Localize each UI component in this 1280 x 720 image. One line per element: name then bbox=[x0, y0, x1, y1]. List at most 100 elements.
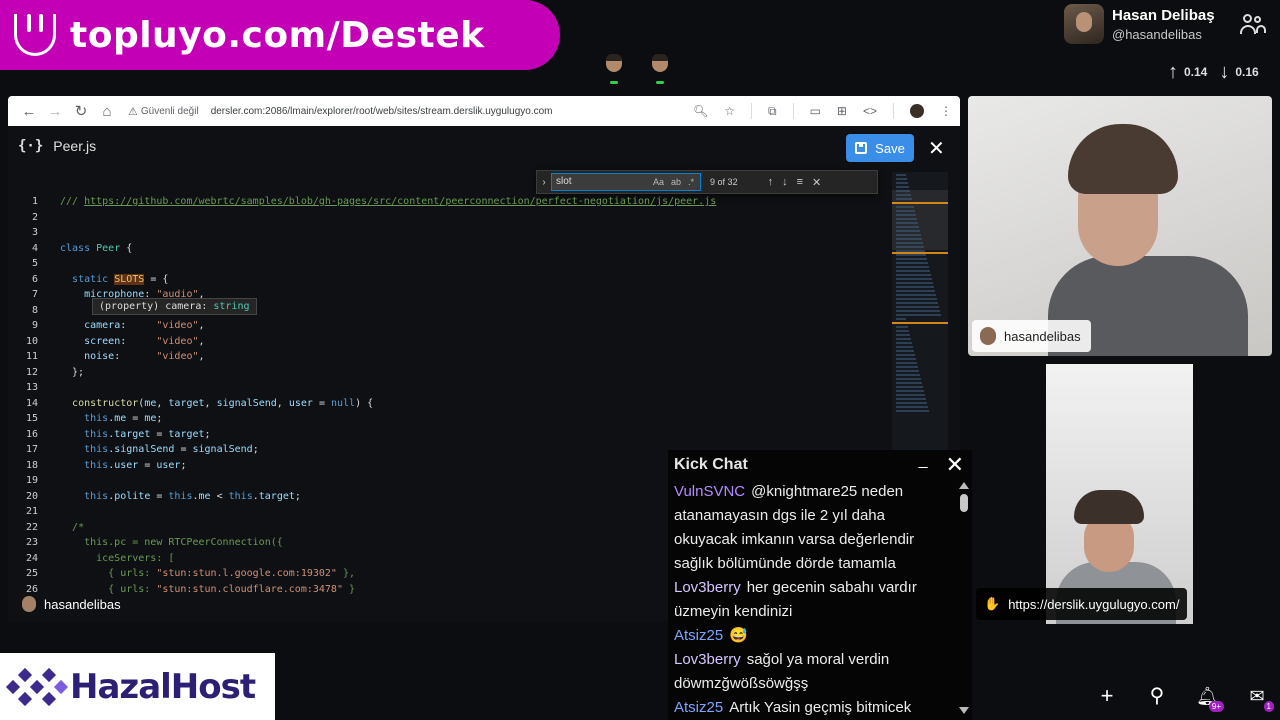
forward-icon[interactable]: → bbox=[42, 103, 68, 120]
line-source: this.polite = this.me < this.target; bbox=[84, 490, 301, 502]
minimap-line bbox=[896, 210, 915, 212]
line-source: /// https://github.com/webrtc/samples/bl… bbox=[60, 196, 717, 207]
line-source: this.user = user; bbox=[84, 459, 187, 471]
security-indicator[interactable]: ⚠ Güvenli değil bbox=[128, 105, 199, 118]
sponsor-logo: HazalHost bbox=[0, 653, 275, 720]
minimap-line bbox=[896, 246, 924, 248]
code-line[interactable]: 16 this.target = target; bbox=[8, 427, 888, 443]
file-name: Peer.js bbox=[53, 138, 97, 154]
bell-icon[interactable]: 🔔︎ 9+ bbox=[1196, 684, 1224, 712]
whole-word-toggle[interactable]: ab bbox=[671, 177, 681, 187]
scroll-thumb[interactable] bbox=[960, 494, 968, 512]
code-braces-icon: {·} bbox=[18, 138, 44, 154]
code-line[interactable]: 13 bbox=[8, 380, 888, 396]
minimap-line bbox=[896, 222, 918, 224]
browser-profile-icon[interactable] bbox=[910, 104, 924, 118]
devtools-icon[interactable]: <> bbox=[863, 104, 877, 118]
close-chat-icon[interactable]: ✕ bbox=[946, 452, 964, 478]
close-find-icon[interactable]: ✕ bbox=[812, 176, 821, 189]
scroll-up-icon[interactable] bbox=[959, 482, 969, 489]
code-line[interactable]: 15 this.me = me; bbox=[8, 411, 888, 427]
webcam-feed-main[interactable] bbox=[968, 96, 1272, 356]
close-editor-icon[interactable]: ✕ bbox=[928, 136, 945, 161]
regex-toggle[interactable]: .* bbox=[688, 177, 694, 187]
url-text[interactable]: dersler.com:2086/lmain/explorer/root/web… bbox=[211, 106, 553, 117]
code-line[interactable]: 10 screen: "video", bbox=[8, 334, 888, 350]
code-line[interactable]: 5 bbox=[8, 256, 888, 272]
minimap-line bbox=[896, 254, 926, 256]
chat-username[interactable]: Atsiz25 bbox=[674, 699, 723, 716]
apps-icon[interactable]: ⊞ bbox=[837, 104, 847, 118]
mail-icon[interactable]: ✉ 1 bbox=[1246, 684, 1274, 712]
line-source: }; bbox=[60, 366, 85, 378]
minimap-line bbox=[896, 362, 917, 364]
home-icon[interactable]: ⌂ bbox=[94, 103, 120, 120]
minimap-line bbox=[896, 358, 916, 360]
line-source: screen: "video", bbox=[84, 335, 205, 347]
viewer-avatars bbox=[604, 54, 670, 84]
menu-kebab-icon[interactable]: ⋮ bbox=[940, 104, 952, 118]
code-line[interactable]: 6 static SLOTS = { bbox=[8, 272, 888, 288]
bottom-toolbar: + ⚲ 🔔︎ 9+ ✉ 1 bbox=[1096, 684, 1274, 712]
back-icon[interactable]: ← bbox=[16, 103, 42, 120]
save-button[interactable]: Save bbox=[846, 134, 914, 162]
code-line[interactable]: 11 noise: "video", bbox=[8, 349, 888, 365]
chat-username[interactable]: VulnSVNC bbox=[674, 483, 745, 500]
zoom-icon[interactable]: 🔍︎ bbox=[693, 104, 708, 118]
minimap-line bbox=[896, 214, 916, 216]
viewer-avatar[interactable] bbox=[650, 54, 670, 84]
download-value: 0.16 bbox=[1235, 65, 1259, 79]
scroll-down-icon[interactable] bbox=[959, 707, 969, 714]
minimap-line bbox=[896, 314, 941, 316]
people-icon[interactable] bbox=[1240, 14, 1266, 34]
extensions-icon[interactable]: ⧉ bbox=[768, 104, 777, 119]
line-number: 17 bbox=[25, 444, 38, 455]
avatar bbox=[1064, 4, 1104, 44]
search-icon[interactable]: ⚲ bbox=[1146, 684, 1168, 708]
chat-username[interactable]: Atsiz25 bbox=[674, 627, 723, 644]
bookmark-star-icon[interactable]: ☆ bbox=[724, 104, 735, 118]
smiley-logo-icon bbox=[14, 14, 56, 56]
code-line[interactable]: 4 class Peer { bbox=[8, 241, 888, 257]
minimap-line bbox=[896, 274, 931, 276]
minimize-icon[interactable]: _ bbox=[919, 452, 928, 470]
reload-icon[interactable]: ↻ bbox=[68, 102, 94, 120]
chat-username[interactable]: Lov3berry bbox=[674, 579, 741, 596]
chat-username[interactable]: Lov3berry bbox=[674, 651, 741, 668]
code-line[interactable]: 14 constructor(me, target, signalSend, u… bbox=[8, 396, 888, 412]
streamer-profile[interactable]: Hasan Delibaş @hasandelibas bbox=[1064, 4, 1215, 44]
webcam-feed-secondary[interactable] bbox=[1046, 364, 1193, 624]
code-line[interactable]: 3 bbox=[8, 225, 888, 241]
address-bar: ← → ↻ ⌂ ⚠ Güvenli değil dersler.com:2086/… bbox=[8, 96, 960, 126]
add-icon[interactable]: + bbox=[1096, 684, 1118, 708]
chat-scrollbar[interactable] bbox=[958, 482, 970, 714]
next-match-icon[interactable]: ↓ bbox=[782, 176, 788, 189]
code-line[interactable]: 12 }; bbox=[8, 365, 888, 381]
warning-icon: ⚠ bbox=[128, 105, 138, 118]
line-number: 25 bbox=[25, 568, 38, 579]
line-number: 22 bbox=[25, 521, 38, 533]
toggle-replace-icon[interactable]: › bbox=[537, 177, 551, 188]
code-line[interactable]: 2 bbox=[8, 210, 888, 226]
minimap-line bbox=[896, 302, 938, 304]
line-number: 11 bbox=[25, 351, 38, 362]
hover-tooltip: (property) camera: string bbox=[92, 298, 257, 315]
chat-text: 😅 bbox=[729, 627, 748, 644]
minimap-line bbox=[896, 282, 933, 284]
minimap-line bbox=[896, 366, 918, 368]
stream-url-tag[interactable]: ✋ https://derslik.uygulugyo.com/ bbox=[976, 588, 1188, 620]
line-source: this.pc = new RTCPeerConnection({ bbox=[60, 537, 283, 548]
line-source: /* bbox=[72, 521, 85, 533]
line-source: constructor(me, target, signalSend, user… bbox=[72, 397, 374, 409]
find-in-selection-icon[interactable]: ≡ bbox=[797, 176, 803, 189]
line-number: 10 bbox=[25, 335, 38, 347]
minimap-line bbox=[896, 298, 937, 300]
previous-match-icon[interactable]: ↑ bbox=[768, 176, 774, 189]
side-panel-icon[interactable]: ▭ bbox=[810, 104, 821, 118]
match-case-toggle[interactable]: Aa bbox=[653, 177, 664, 187]
minimap-match-marker bbox=[892, 322, 948, 324]
code-line[interactable]: 1 /// https://github.com/webrtc/samples/b… bbox=[8, 194, 888, 210]
code-line[interactable]: 9 camera: "video", bbox=[8, 318, 888, 334]
line-number: 8 bbox=[31, 304, 38, 316]
viewer-avatar[interactable] bbox=[604, 54, 624, 84]
